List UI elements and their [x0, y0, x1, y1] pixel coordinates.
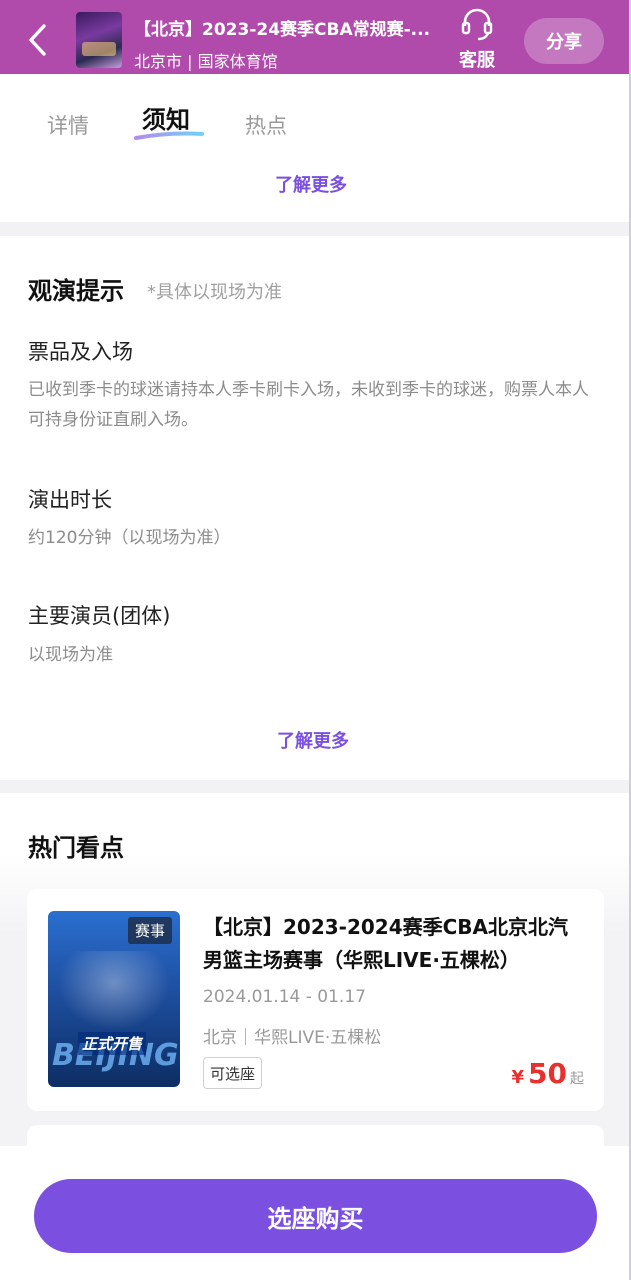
tip-text: 已收到季卡的球迷请持本人季卡刷卡入场，未收到季卡的球迷，购票人本人可持身份证直刷…	[28, 380, 589, 430]
select-seat-buy-button[interactable]: 选座购买	[34, 1179, 597, 1253]
seat-select-tag: 可选座	[203, 1057, 263, 1089]
headset-icon	[461, 8, 493, 41]
tip-text: 约120分钟（以现场为准）	[28, 528, 231, 548]
card-date: 2024.01.14 - 01.17	[203, 987, 366, 1007]
tab-hot[interactable]: 热点	[245, 110, 287, 140]
section-hint: *具体以现场为准	[147, 282, 282, 303]
event-poster: BEIJING 正式开售 赛事	[48, 911, 180, 1087]
event-thumbnail[interactable]	[76, 12, 122, 68]
card-venue: 北京｜华熙LIVE·五棵松	[203, 1028, 382, 1048]
poster-sale-text: 正式开售	[78, 1032, 147, 1055]
viewing-tips-section: 观演提示 *具体以现场为准 票品及入场 已收到季卡的球迷请持本人季卡刷卡入场，未…	[0, 236, 631, 780]
event-location: 北京市 | 国家体育馆	[134, 52, 278, 71]
tabs-section: 详情 须知 热点 了解更多	[0, 74, 631, 222]
tip-title: 演出时长	[28, 488, 112, 512]
price-value: 50	[528, 1057, 567, 1090]
currency-symbol: ¥	[511, 1067, 525, 1088]
tip-title: 票品及入场	[28, 340, 133, 364]
category-badge: 赛事	[128, 917, 173, 944]
section-title: 观演提示	[28, 277, 124, 305]
event-title: 【北京】2023-24赛季CBA常规赛-...	[134, 20, 431, 40]
card-price: ¥ 50 起	[512, 1057, 585, 1090]
customer-service-button[interactable]: 客服	[452, 6, 502, 71]
chevron-left-icon	[29, 24, 46, 56]
learn-more-link[interactable]: 了解更多	[277, 727, 349, 753]
bottom-bar: 选座购买	[0, 1146, 631, 1280]
active-tab-indicator	[134, 131, 204, 140]
event-card[interactable]: BEIJING 正式开售 赛事 【北京】2023-2024赛季CBA北京北汽男篮…	[27, 889, 604, 1111]
tip-text: 以现场为准	[28, 645, 113, 665]
card-title: 【北京】2023-2024赛季CBA北京北汽男篮主场赛事（华熙LIVE·五棵松）	[203, 915, 569, 972]
back-button[interactable]	[22, 22, 52, 58]
customer-service-label: 客服	[459, 50, 495, 71]
tab-details[interactable]: 详情	[47, 110, 89, 140]
share-button[interactable]: 分享	[524, 18, 604, 64]
top-header: 【北京】2023-24赛季CBA常规赛-... 北京市 | 国家体育馆 客服 分…	[0, 0, 631, 74]
poster-players	[58, 951, 170, 1031]
price-suffix: 起	[570, 1071, 584, 1087]
section-title: 热门看点	[28, 834, 124, 862]
learn-more-link[interactable]: 了解更多	[275, 171, 347, 197]
tip-title: 主要演员(团体)	[28, 604, 171, 628]
